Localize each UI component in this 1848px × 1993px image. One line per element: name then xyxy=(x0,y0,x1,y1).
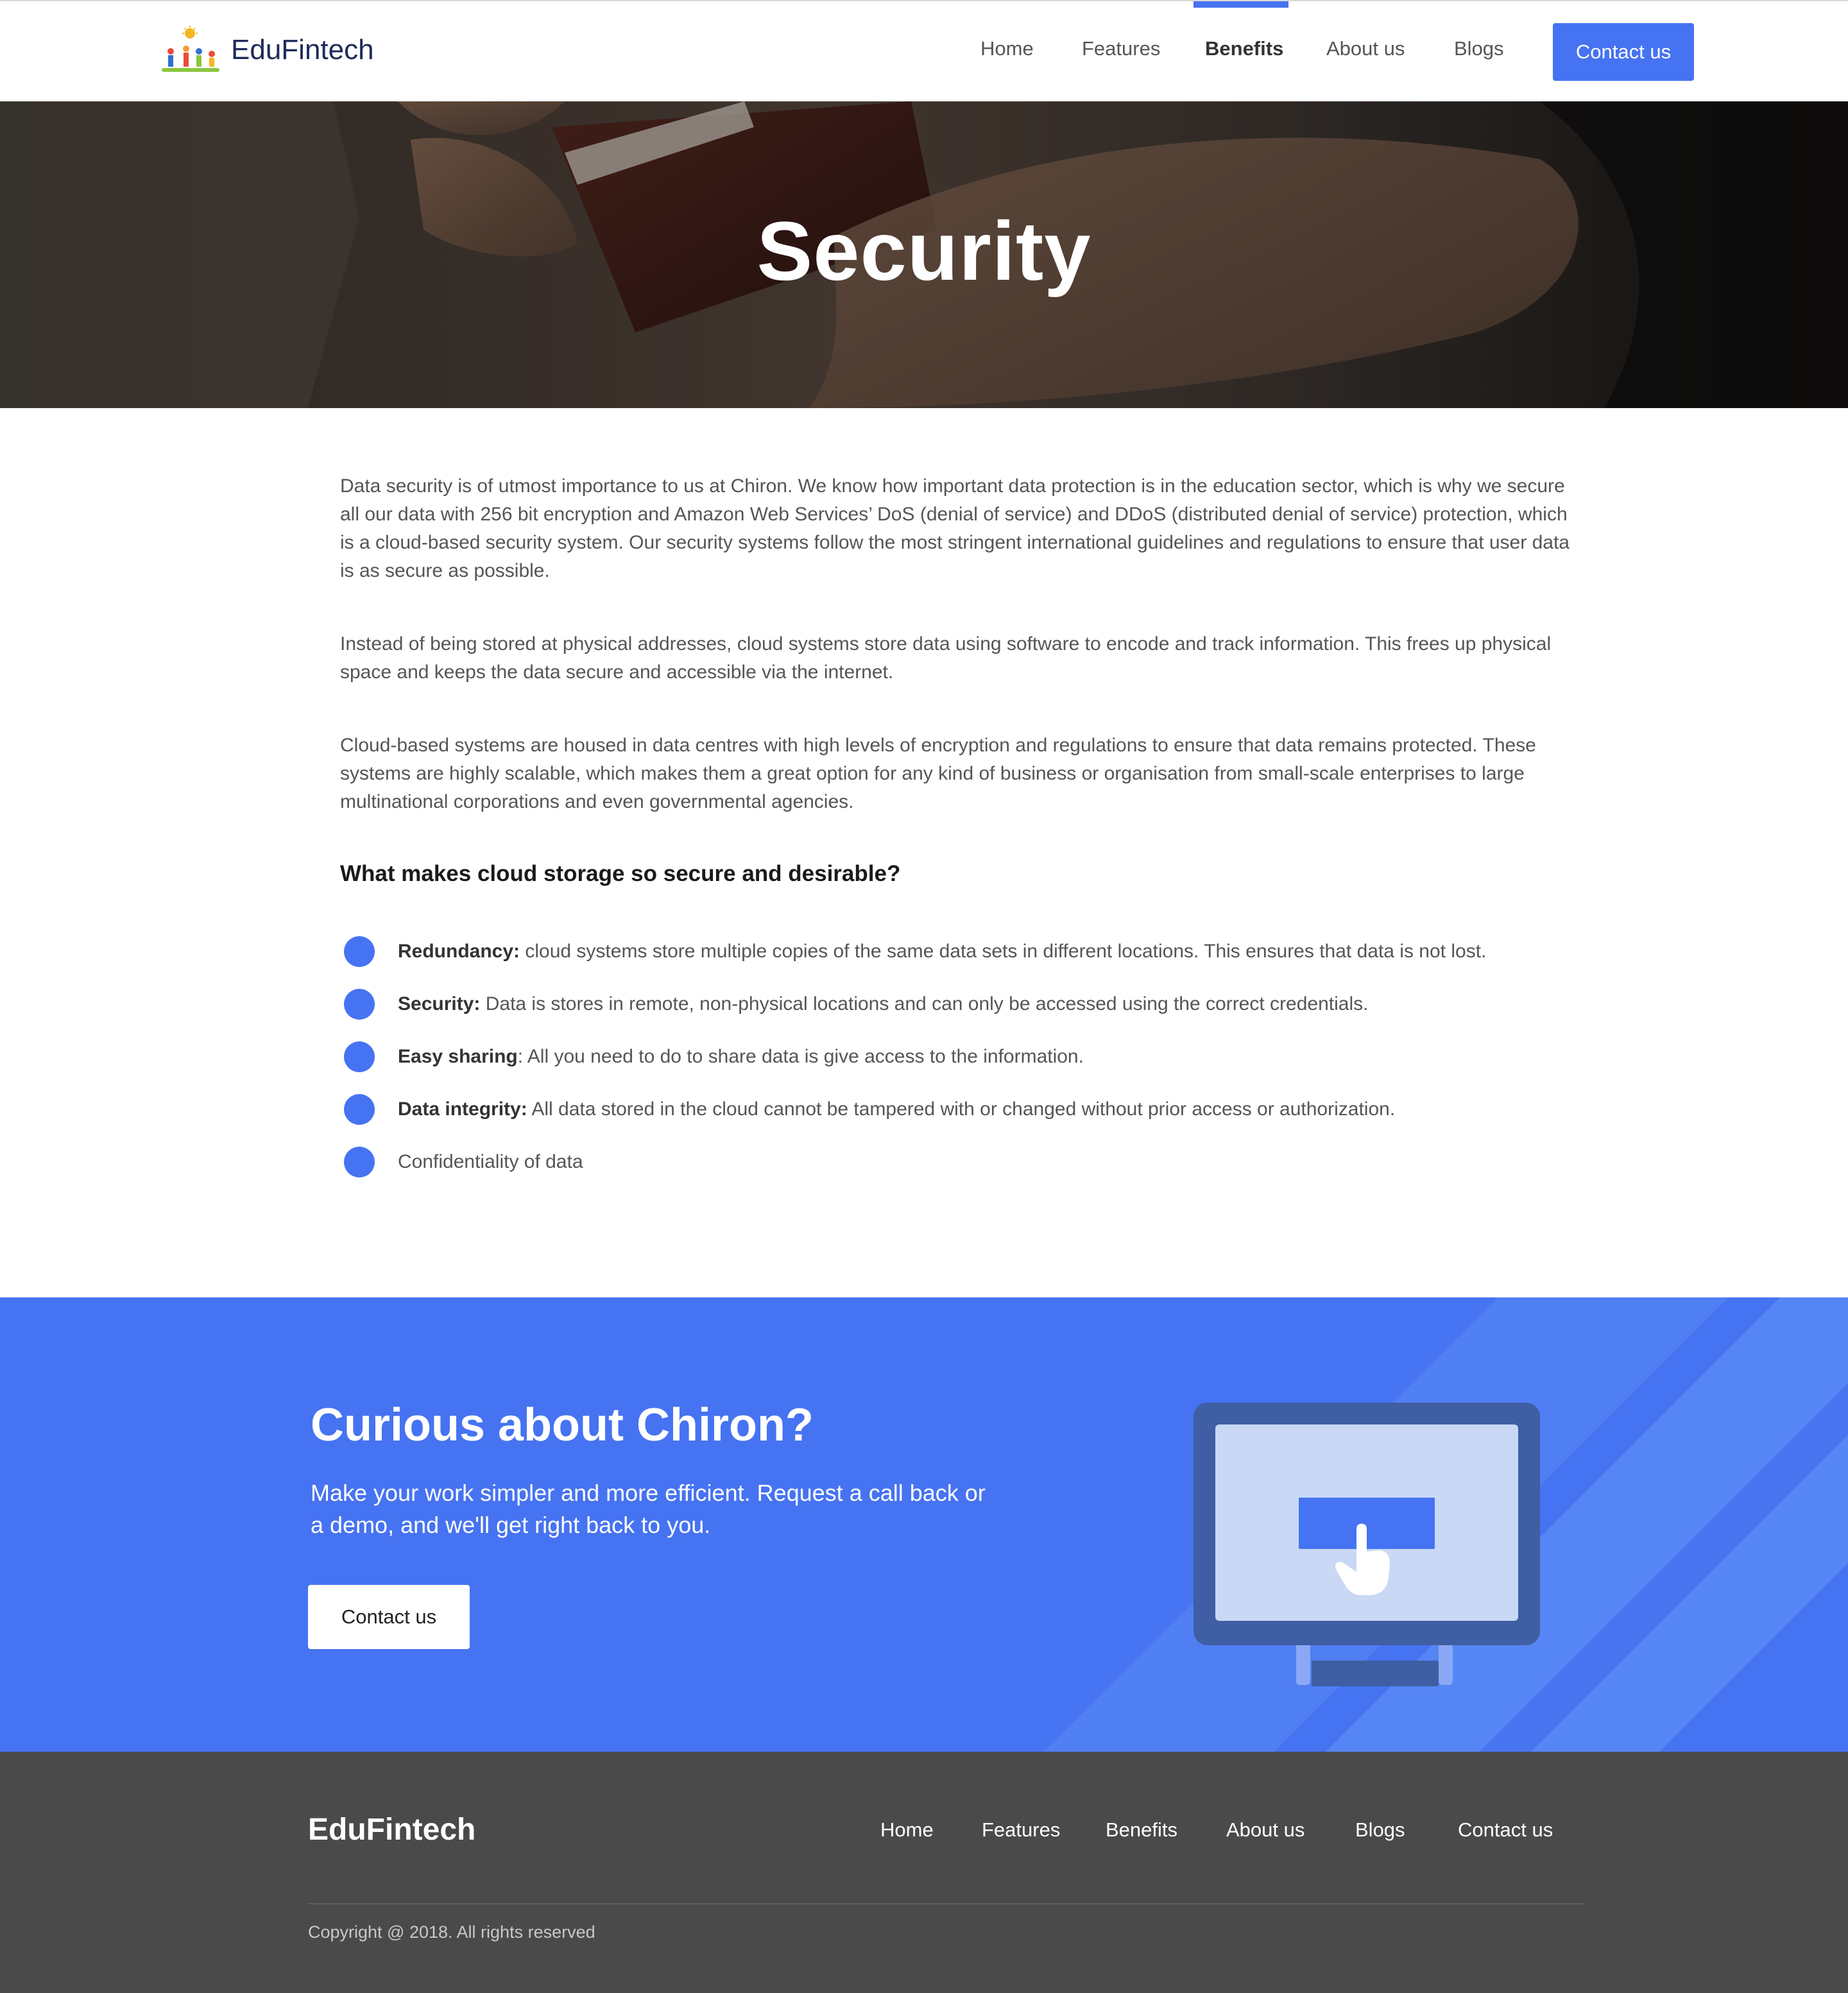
list-item: Easy sharing: All you need to do to shar… xyxy=(340,1031,1579,1083)
list-item: Redundancy: cloud systems store multiple… xyxy=(340,925,1579,978)
nav-features[interactable]: Features xyxy=(1082,37,1160,60)
logo-kids-sun-icon xyxy=(157,26,223,74)
benefits-heading: What makes cloud storage so secure and d… xyxy=(340,861,901,886)
cta-description: Make your work simpler and more efficien… xyxy=(311,1480,986,1538)
footer-link-about-us[interactable]: About us xyxy=(1226,1818,1305,1842)
nav-blogs[interactable]: Blogs xyxy=(1454,37,1504,60)
list-item: Confidentiality of data xyxy=(340,1136,1579,1188)
header-contact-button[interactable]: Contact us xyxy=(1553,23,1694,81)
footer-link-benefits[interactable]: Benefits xyxy=(1106,1818,1177,1842)
copyright-text: Copyright @ 2018. All rights reserved xyxy=(308,1922,595,1942)
benefit-description: Confidentiality of data xyxy=(398,1151,583,1172)
footer-link-features[interactable]: Features xyxy=(982,1818,1060,1842)
list-item: Data integrity: All data stored in the c… xyxy=(340,1083,1579,1136)
nav-benefits[interactable]: Benefits xyxy=(1205,37,1283,60)
bullet-dot-icon xyxy=(344,989,375,1020)
bullet-dot-icon xyxy=(344,1041,375,1072)
benefit-description: : All you need to do to share data is gi… xyxy=(517,1046,1084,1067)
site-header: EduFintech Home Features Benefits About … xyxy=(0,0,1848,101)
brand-name: EduFintech xyxy=(231,34,374,65)
cta-title: Curious about Chiron? xyxy=(311,1399,814,1451)
active-nav-indicator xyxy=(1194,1,1288,8)
footer-link-blogs[interactable]: Blogs xyxy=(1355,1818,1405,1842)
cta-contact-button[interactable]: Contact us xyxy=(308,1585,470,1649)
monitor-click-illustration xyxy=(1194,1403,1540,1698)
cta-section: Curious about Chiron? Make your work sim… xyxy=(0,1297,1848,1752)
page-title: Security xyxy=(757,204,1091,298)
benefit-description: All data stored in the cloud cannot be t… xyxy=(527,1099,1396,1120)
hero-banner: Security xyxy=(0,101,1848,408)
brand-logo[interactable]: EduFintech xyxy=(157,24,374,76)
benefit-description: cloud systems store multiple copies of t… xyxy=(520,941,1487,962)
cloud-storage-paragraph: Instead of being stored at physical addr… xyxy=(340,633,1552,683)
bullet-dot-icon xyxy=(344,1147,375,1177)
footer-brand[interactable]: EduFintech xyxy=(308,1812,475,1847)
scalability-paragraph: Cloud-based systems are housed in data c… xyxy=(340,735,1536,812)
benefit-title: Redundancy: xyxy=(398,941,520,962)
benefit-title: Data integrity: xyxy=(398,1099,527,1120)
footer-link-home[interactable]: Home xyxy=(880,1818,934,1842)
bullet-dot-icon xyxy=(344,1094,375,1125)
nav-home[interactable]: Home xyxy=(980,37,1034,60)
benefit-title: Security: xyxy=(398,993,481,1014)
benefit-description: Data is stores in remote, non-physical l… xyxy=(480,993,1369,1014)
footer-divider xyxy=(308,1903,1585,1904)
bullet-dot-icon xyxy=(344,936,375,967)
benefit-title: Easy sharing xyxy=(398,1046,518,1067)
main-content: Data security is of utmost importance to… xyxy=(340,472,1579,1188)
benefits-list: Redundancy: cloud systems store multiple… xyxy=(340,925,1579,1188)
list-item: Security: Data is stores in remote, non-… xyxy=(340,978,1579,1031)
nav-about-us[interactable]: About us xyxy=(1326,37,1405,60)
footer-link-contact-us[interactable]: Contact us xyxy=(1458,1818,1553,1842)
site-footer: EduFintech Home Features Benefits About … xyxy=(0,1752,1848,1993)
intro-paragraph: Data security is of utmost importance to… xyxy=(340,475,1570,581)
